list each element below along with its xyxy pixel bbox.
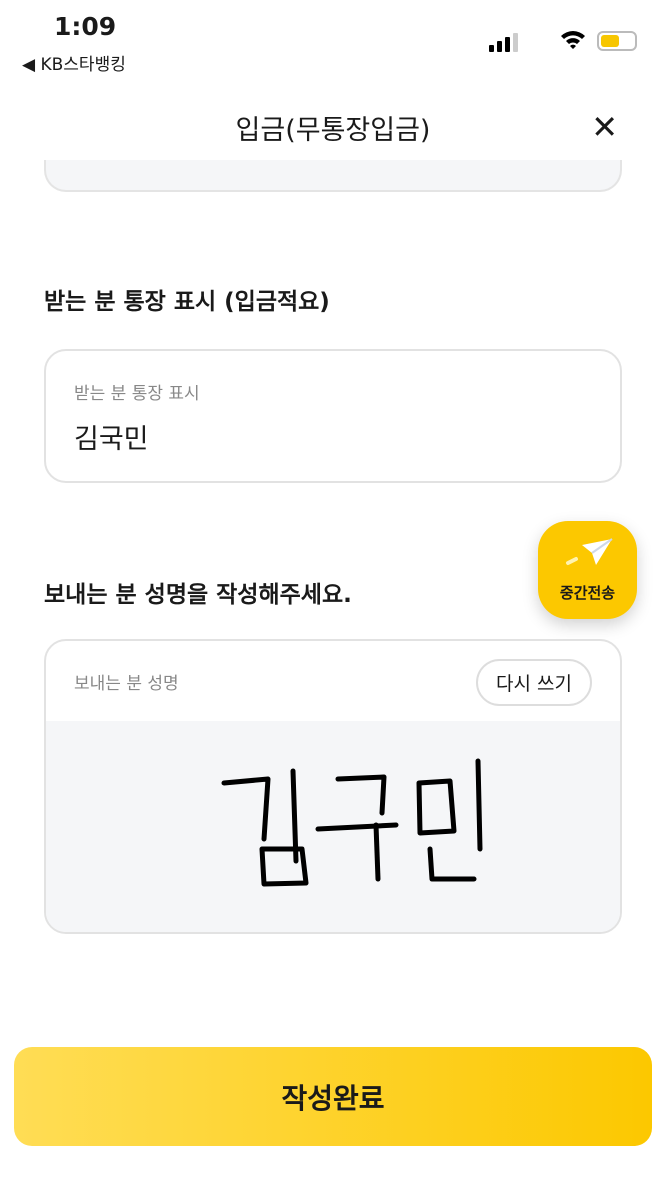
wifi-icon [561,31,585,49]
battery-icon [597,31,637,51]
status-time: 1:09 [54,12,117,41]
intermediate-send-button[interactable]: 중간전송 [538,521,637,619]
recipient-section-label: 받는 분 통장 표시 (입금적요) [44,289,330,315]
intermediate-send-label: 중간전송 [559,584,616,602]
previous-field-edge [44,160,622,192]
close-icon[interactable]: ✕ [591,108,618,146]
recipient-field-value[interactable]: 김국민 [74,417,149,456]
paper-plane-icon [566,538,613,565]
page-title: 입금(무통장입금) [235,115,431,146]
back-to-app-link[interactable]: ◀ KB스타뱅킹 [22,50,126,75]
cellular-signal-icon [489,33,518,52]
sender-section-label: 보내는 분 성명을 작성해주세요. [44,582,352,608]
submit-button[interactable]: 작성완료 [14,1047,652,1146]
redo-signature-button[interactable]: 다시 쓰기 [476,659,592,706]
signature-field: 보내는 분 성명 다시 쓰기 [44,639,622,934]
status-bar: 1:09 ◀ KB스타뱅킹 [0,0,666,80]
signature-pad[interactable] [46,721,620,932]
sender-field-label: 보내는 분 성명 [74,674,179,694]
recipient-field-label: 받는 분 통장 표시 [74,384,200,404]
handwritten-signature [221,758,483,887]
recipient-display-field[interactable]: 받는 분 통장 표시 김국민 [44,349,622,483]
